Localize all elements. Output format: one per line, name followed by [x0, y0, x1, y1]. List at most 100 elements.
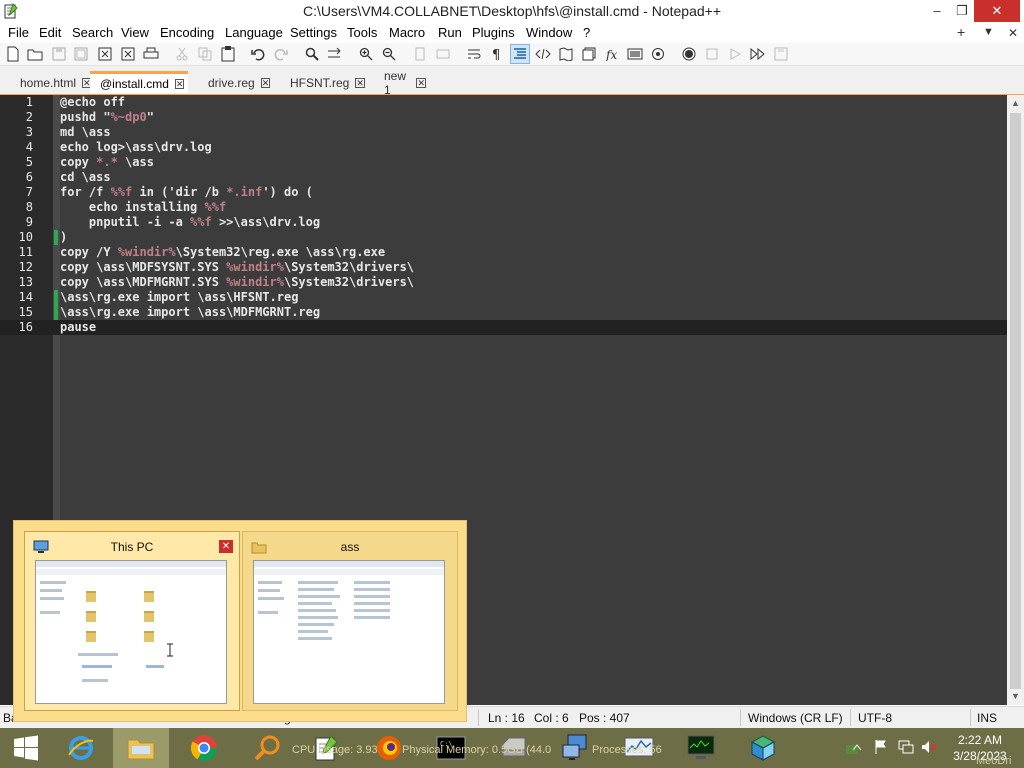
- close-file-icon[interactable]: [96, 45, 114, 63]
- code-line[interactable]: 2 pushd "%~dp0": [0, 110, 1007, 125]
- code-line[interactable]: 16 pause: [0, 320, 1007, 335]
- monitoring-icon[interactable]: [649, 45, 667, 63]
- code-line[interactable]: 6 cd \ass: [0, 170, 1007, 185]
- record-macro-icon[interactable]: [680, 45, 698, 63]
- run-macro-multiple-icon[interactable]: [749, 45, 767, 63]
- line-text: copy /Y %windir%\System32\reg.exe \ass\r…: [60, 245, 386, 259]
- copy-icon[interactable]: [196, 45, 214, 63]
- chrome-taskbar-icon[interactable]: [178, 728, 230, 768]
- tab-new-1[interactable]: new 1 ✕: [374, 69, 432, 97]
- xml-tag-icon[interactable]: [534, 45, 552, 63]
- thumbnail-this-pc[interactable]: This PC ✕: [24, 531, 240, 711]
- folder-as-workspace-icon[interactable]: [626, 45, 644, 63]
- tab-drive-reg[interactable]: drive.reg ✕: [198, 72, 271, 94]
- scroll-thumb[interactable]: [1010, 113, 1021, 689]
- vertical-scrollbar[interactable]: ▲ ▼: [1007, 95, 1024, 705]
- line-number: 7: [25, 185, 33, 199]
- paste-icon[interactable]: [219, 45, 237, 63]
- new-file-icon[interactable]: [4, 45, 22, 63]
- play-macro-icon[interactable]: [726, 45, 744, 63]
- code-line[interactable]: 5 copy *.* \ass: [0, 155, 1007, 170]
- menu-settings[interactable]: Settings: [290, 25, 337, 40]
- menu-tools[interactable]: Tools: [347, 25, 377, 40]
- function-list-icon[interactable]: fx: [603, 45, 621, 63]
- menu-view[interactable]: View: [121, 25, 149, 40]
- code-line[interactable]: 1 @echo off: [0, 95, 1007, 110]
- tab-close-icon[interactable]: ✕: [260, 78, 271, 88]
- sync-vertical-icon[interactable]: [411, 45, 429, 63]
- code-line[interactable]: 14 \ass\rg.exe import \ass\HFSNT.reg: [0, 290, 1007, 305]
- system-monitor-taskbar-icon[interactable]: [675, 728, 727, 768]
- code-line[interactable]: 4 echo log>\ass\drv.log: [0, 140, 1007, 155]
- close-document-button[interactable]: ✕: [1008, 26, 1018, 40]
- menu-macro[interactable]: Macro: [389, 25, 425, 40]
- tab-list-button[interactable]: ▼: [983, 26, 994, 38]
- ass-folder-window-preview: [253, 560, 445, 704]
- menu-search[interactable]: Search: [72, 25, 113, 40]
- menu-encoding[interactable]: Encoding: [160, 25, 214, 40]
- tab-close-icon[interactable]: ✕: [416, 78, 426, 88]
- status-encoding[interactable]: UTF-8: [858, 711, 892, 725]
- magnifier-taskbar-icon[interactable]: [241, 728, 293, 768]
- code-line[interactable]: 10): [0, 230, 1007, 245]
- menu-run[interactable]: Run: [438, 25, 462, 40]
- close-button[interactable]: ✕: [974, 0, 1020, 22]
- menu-plugins[interactable]: Plugins: [472, 25, 515, 40]
- code-line[interactable]: 3 md \ass: [0, 125, 1007, 140]
- word-wrap-icon[interactable]: [465, 45, 483, 63]
- document-list-icon[interactable]: [580, 45, 598, 63]
- menu-window[interactable]: Window: [526, 25, 572, 40]
- code-line[interactable]: 8 echo installing %%f: [0, 200, 1007, 215]
- volume-muted-icon[interactable]: [921, 739, 937, 758]
- tab-install-cmd[interactable]: @install.cmd ✕: [90, 71, 188, 93]
- scroll-down-icon[interactable]: ▼: [1007, 688, 1024, 705]
- thumbnail-ass-folder[interactable]: ass: [242, 531, 458, 711]
- show-all-characters-icon[interactable]: ¶: [488, 45, 506, 63]
- cut-icon[interactable]: [173, 45, 191, 63]
- menu-edit[interactable]: Edit: [39, 25, 61, 40]
- code-line[interactable]: 9 pnputil -i -a %%f >>\ass\drv.log: [0, 215, 1007, 230]
- code-line[interactable]: 13 copy \ass\MDFMGRNT.SYS %windir%\System…: [0, 275, 1007, 290]
- open-folder-icon[interactable]: [26, 45, 44, 63]
- start-button[interactable]: [0, 728, 52, 768]
- close-all-icon[interactable]: [119, 45, 137, 63]
- thumbnail-close-icon[interactable]: ✕: [219, 540, 233, 553]
- action-center-flag-icon[interactable]: [874, 739, 888, 758]
- scroll-up-icon[interactable]: ▲: [1007, 95, 1024, 112]
- replace-icon[interactable]: [326, 45, 344, 63]
- code-line[interactable]: 7 for /f %%f in ('dir /b *.inf') do (: [0, 185, 1007, 200]
- network-icon[interactable]: [898, 739, 914, 758]
- maximize-button[interactable]: ❐: [947, 0, 977, 22]
- zoom-in-icon[interactable]: [357, 45, 375, 63]
- document-map-icon[interactable]: [557, 45, 575, 63]
- save-all-icon[interactable]: [72, 45, 90, 63]
- show-hidden-icons-icon[interactable]: [852, 740, 862, 754]
- menu-file[interactable]: File: [8, 25, 29, 40]
- tab-hfsnt-reg[interactable]: HFSNT.reg ✕: [280, 72, 366, 94]
- code-line[interactable]: 12 copy \ass\MDFSYSNT.SYS %windir%\System…: [0, 260, 1007, 275]
- save-icon[interactable]: [50, 45, 68, 63]
- tab-close-icon[interactable]: ✕: [355, 78, 365, 88]
- tab-close-icon[interactable]: ✕: [174, 78, 185, 89]
- zoom-out-icon[interactable]: [380, 45, 398, 63]
- indent-guide-icon[interactable]: [510, 44, 530, 64]
- new-tab-button[interactable]: +: [957, 24, 965, 40]
- file-explorer-taskbar-icon[interactable]: [113, 728, 169, 768]
- internet-explorer-taskbar-icon[interactable]: [55, 728, 107, 768]
- find-icon[interactable]: [303, 45, 321, 63]
- code-line[interactable]: 15 \ass\rg.exe import \ass\MDFMGRNT.reg: [0, 305, 1007, 320]
- tab-home-html[interactable]: home.html ✕: [10, 72, 92, 94]
- status-eol[interactable]: Windows (CR LF): [748, 711, 843, 725]
- code-line[interactable]: 11 copy /Y %windir%\System32\reg.exe \ass…: [0, 245, 1007, 260]
- menu-help[interactable]: ?: [583, 25, 590, 40]
- save-macro-icon[interactable]: [772, 45, 790, 63]
- rubiks-cube-taskbar-icon[interactable]: [737, 728, 789, 768]
- undo-icon[interactable]: [249, 45, 267, 63]
- windows-logo-icon: [14, 735, 38, 761]
- redo-icon[interactable]: [272, 45, 290, 63]
- status-insert-mode[interactable]: INS: [977, 711, 997, 725]
- print-icon[interactable]: [142, 45, 160, 63]
- menu-language[interactable]: Language: [225, 25, 283, 40]
- sync-horizontal-icon[interactable]: [434, 45, 452, 63]
- stop-macro-icon[interactable]: [703, 45, 721, 63]
